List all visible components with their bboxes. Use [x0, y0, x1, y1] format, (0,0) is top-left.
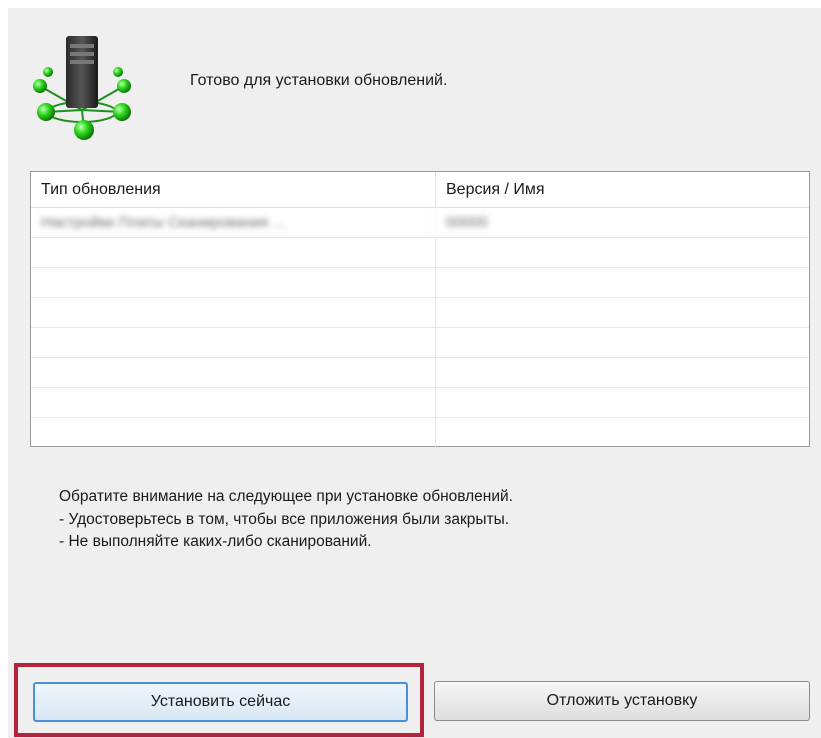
update-type-cell [31, 388, 436, 417]
server-network-icon [33, 36, 131, 140]
update-type-cell [31, 298, 436, 327]
update-type-cell [31, 328, 436, 357]
update-version-cell [436, 388, 809, 417]
table-row [31, 358, 809, 388]
table-row [31, 268, 809, 298]
update-version-cell [436, 268, 809, 297]
update-dialog: Готово для установки обновлений. Тип обн… [8, 8, 821, 738]
update-version-cell: 00000 [446, 214, 488, 231]
updates-list[interactable]: Тип обновления Версия / Имя Настройки Пл… [30, 171, 810, 448]
table-row [31, 418, 809, 448]
update-version-cell [436, 328, 809, 357]
table-row [31, 328, 809, 358]
update-type-cell [31, 418, 436, 448]
update-version-cell [436, 298, 809, 327]
update-version-cell [436, 358, 809, 387]
update-type-cell [31, 358, 436, 387]
note-line-2: - Удостоверьтесь в том, чтобы все прилож… [59, 510, 510, 528]
postpone-install-button[interactable]: Отложить установку [434, 681, 810, 721]
install-now-button[interactable]: Установить сейчас [33, 682, 408, 722]
ready-message: Готово для установки обновлений. [190, 72, 448, 89]
list-header: Тип обновления Версия / Имя [31, 172, 809, 208]
update-type-cell [31, 268, 436, 297]
note-line-1: Обратите внимание на следующее при устан… [59, 488, 513, 505]
table-row [31, 238, 809, 268]
column-header-version[interactable]: Версия / Имя [436, 172, 809, 207]
table-row [31, 388, 809, 418]
note-line-3: - Не выполняйте каких-либо сканирований. [59, 533, 372, 550]
update-type-cell: Настройки Платы Сканирования ... [31, 208, 436, 237]
install-notes: Обратите внимание на следующее при устан… [59, 486, 513, 554]
table-row[interactable]: Настройки Платы Сканирования ... 00000 [31, 208, 809, 238]
update-type-cell [31, 238, 436, 267]
update-version-cell [436, 418, 809, 448]
table-row [31, 298, 809, 328]
column-header-type[interactable]: Тип обновления [31, 172, 436, 207]
update-version-cell [436, 238, 809, 267]
